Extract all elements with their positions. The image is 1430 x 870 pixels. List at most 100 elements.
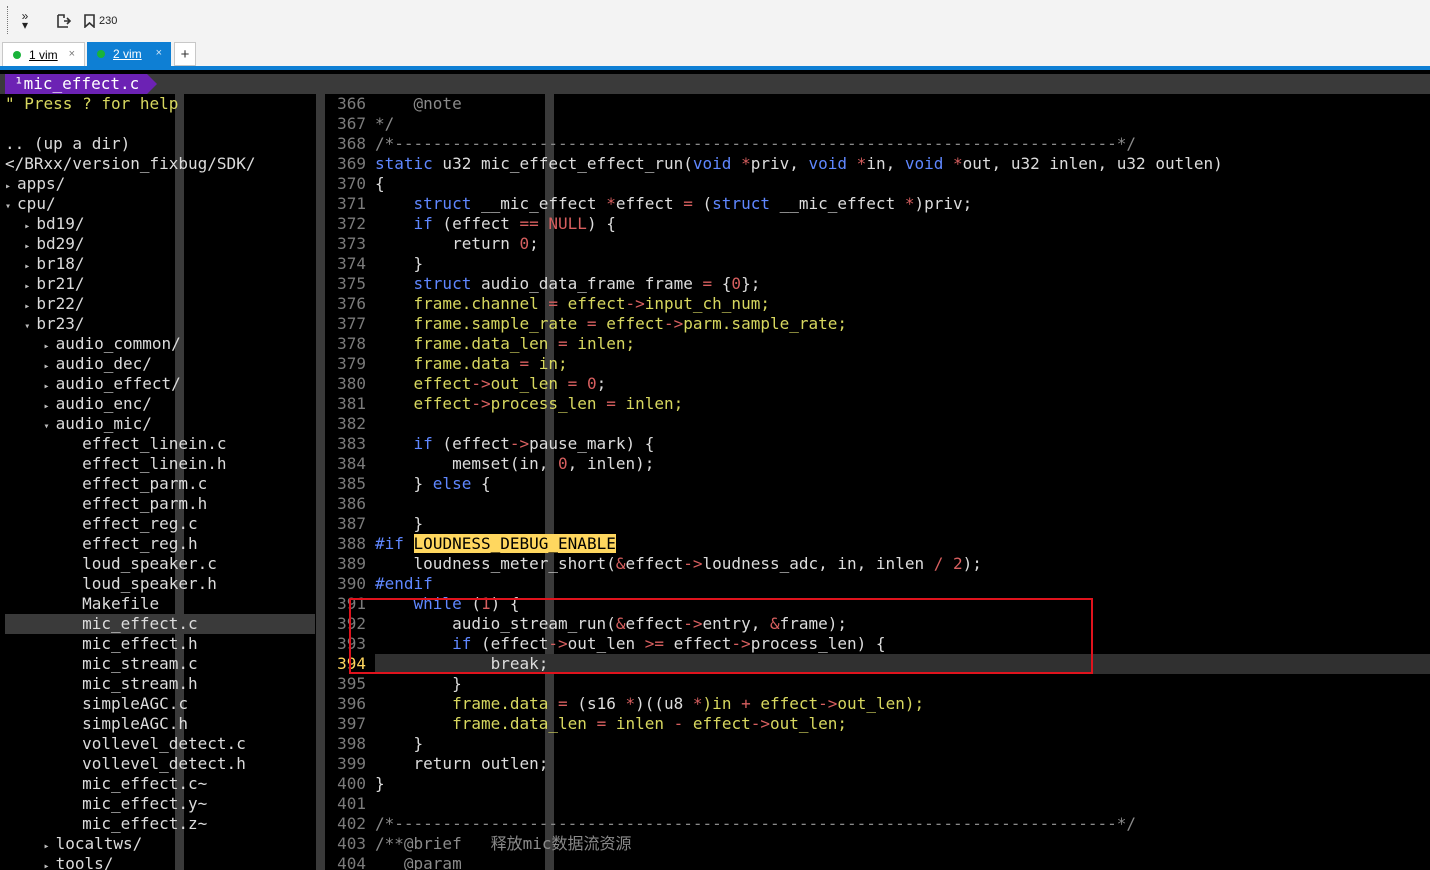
code-text[interactable]: } bbox=[375, 734, 1430, 754]
expand-arrow-icon[interactable]: ▸ bbox=[44, 361, 56, 372]
tree-file-item[interactable]: mic_stream.h bbox=[5, 674, 315, 694]
code-text[interactable]: struct __mic_effect *effect = (struct __… bbox=[375, 194, 1430, 214]
code-text[interactable]: frame.sample_rate = effect->parm.sample_… bbox=[375, 314, 1430, 334]
tab-1-vim[interactable]: 1 vim × bbox=[2, 42, 85, 66]
double-chevron-icon[interactable]: » ▾ bbox=[16, 8, 34, 34]
close-icon[interactable]: × bbox=[69, 48, 75, 60]
expand-arrow-icon[interactable]: ▸ bbox=[44, 401, 56, 412]
bookmark-icon[interactable] bbox=[82, 12, 96, 30]
tree-file-item[interactable]: loud_speaker.c bbox=[5, 554, 315, 574]
tree-dir-item[interactable]: ▸ apps/ bbox=[5, 174, 315, 194]
tree-dir-item[interactable]: ▸ audio_enc/ bbox=[5, 394, 315, 414]
code-text[interactable]: #endif bbox=[375, 574, 1430, 594]
code-text[interactable]: effect->process_len = inlen; bbox=[375, 394, 1430, 414]
collapse-arrow-icon[interactable]: ▾ bbox=[24, 321, 36, 332]
tree-dir-item[interactable]: ▸ audio_effect/ bbox=[5, 374, 315, 394]
expand-arrow-icon[interactable]: ▸ bbox=[24, 301, 36, 312]
code-text[interactable]: */ bbox=[375, 114, 1430, 134]
tree-dir-item[interactable]: ▸ localtws/ bbox=[5, 834, 315, 854]
code-text[interactable]: { bbox=[375, 174, 1430, 194]
tree-file-item[interactable]: effect_reg.c bbox=[5, 514, 315, 534]
code-text[interactable]: frame.data_len = inlen; bbox=[375, 334, 1430, 354]
code-text[interactable]: } bbox=[375, 514, 1430, 534]
tree-dir-item[interactable]: ▸ bd19/ bbox=[5, 214, 315, 234]
code-text[interactable]: frame.data = (s16 *)((u8 *)in + effect->… bbox=[375, 694, 1430, 714]
expand-arrow-icon[interactable]: ▸ bbox=[24, 221, 36, 232]
tree-dir-item[interactable]: ▸ br21/ bbox=[5, 274, 315, 294]
close-icon[interactable]: × bbox=[156, 47, 162, 59]
code-text[interactable]: return 0; bbox=[375, 234, 1430, 254]
code-text[interactable]: /**@brief 释放mic数据流资源 bbox=[375, 834, 1430, 854]
code-text[interactable]: audio_stream_run(&effect->entry, &frame)… bbox=[375, 614, 1430, 634]
expand-arrow-icon[interactable]: ▸ bbox=[24, 241, 36, 252]
tree-file-item[interactable]: .. (up a dir) bbox=[5, 134, 315, 154]
tree-file-item[interactable]: effect_linein.c bbox=[5, 434, 315, 454]
new-tab-button[interactable]: + bbox=[174, 42, 196, 66]
code-text[interactable]: return outlen; bbox=[375, 754, 1430, 774]
tree-dir-item[interactable]: ▸ audio_common/ bbox=[5, 334, 315, 354]
code-text[interactable]: } bbox=[375, 674, 1430, 694]
code-text[interactable]: static u32 mic_effect_effect_run(void *p… bbox=[375, 154, 1430, 174]
code-text[interactable]: if (effect->pause_mark) { bbox=[375, 434, 1430, 454]
code-text[interactable]: if (effect == NULL) { bbox=[375, 214, 1430, 234]
tree-dir-item[interactable]: ▸ tools/ bbox=[5, 854, 315, 870]
tree-file-item[interactable]: mic_effect.c~ bbox=[5, 774, 315, 794]
code-text[interactable]: /*--------------------------------------… bbox=[375, 134, 1430, 154]
expand-arrow-icon[interactable]: ▸ bbox=[44, 381, 56, 392]
code-text[interactable]: /*--------------------------------------… bbox=[375, 814, 1430, 834]
tree-file-item[interactable]: Makefile bbox=[5, 594, 315, 614]
tree-file-item[interactable]: vollevel_detect.c bbox=[5, 734, 315, 754]
buffer-name[interactable]: ¹mic_effect.c bbox=[5, 74, 148, 94]
code-text[interactable]: #if LOUDNESS_DEBUG_ENABLE bbox=[375, 534, 1430, 554]
tree-file-item[interactable]: mic_effect.h bbox=[5, 634, 315, 654]
tree-file-item[interactable]: simpleAGC.h bbox=[5, 714, 315, 734]
tree-file-item[interactable]: effect_linein.h bbox=[5, 454, 315, 474]
tab-2-vim[interactable]: 2 vim × bbox=[87, 42, 171, 66]
code-text[interactable]: while (1) { bbox=[375, 594, 1430, 614]
code-text[interactable]: effect->out_len = 0; bbox=[375, 374, 1430, 394]
tree-file-item[interactable]: loud_speaker.h bbox=[5, 574, 315, 594]
expand-arrow-icon[interactable]: ▸ bbox=[24, 261, 36, 272]
code-text[interactable] bbox=[375, 794, 1430, 814]
tree-file-item[interactable]: mic_effect.z~ bbox=[5, 814, 315, 834]
code-editor[interactable]: 366 @note 367 */368/*---------------------… bbox=[325, 94, 1430, 870]
code-text[interactable]: if (effect->out_len >= effect->process_l… bbox=[375, 634, 1430, 654]
terminal[interactable]: ¹mic_effect.c " Press ? for help .. (up a… bbox=[0, 70, 1430, 870]
tree-dir-item[interactable]: ▸ br18/ bbox=[5, 254, 315, 274]
tree-dir-item[interactable]: ▸ audio_dec/ bbox=[5, 354, 315, 374]
expand-arrow-icon[interactable]: ▸ bbox=[44, 341, 56, 352]
tree-file-item[interactable]: vollevel_detect.h bbox=[5, 754, 315, 774]
code-text[interactable]: frame.channel = effect->input_ch_num; bbox=[375, 294, 1430, 314]
tree-dir-item[interactable]: ▾ cpu/ bbox=[5, 194, 315, 214]
code-text[interactable]: frame.data = in; bbox=[375, 354, 1430, 374]
code-text[interactable]: struct audio_data_frame frame = {0}; bbox=[375, 274, 1430, 294]
expand-arrow-icon[interactable]: ▸ bbox=[24, 281, 36, 292]
tree-dir-item[interactable]: ▸ bd29/ bbox=[5, 234, 315, 254]
code-text[interactable]: } bbox=[375, 254, 1430, 274]
tree-file-item[interactable]: mic_effect.c bbox=[5, 614, 315, 634]
tree-file-item[interactable]: effect_parm.c bbox=[5, 474, 315, 494]
code-text[interactable]: @param bbox=[375, 854, 1430, 870]
tree-dir-item[interactable]: </BRxx/version_fixbug/SDK/ bbox=[5, 154, 315, 174]
reconnect-icon[interactable] bbox=[56, 12, 72, 30]
code-text[interactable]: frame.data_len = inlen - effect->out_len… bbox=[375, 714, 1430, 734]
tree-file-item[interactable]: mic_stream.c bbox=[5, 654, 315, 674]
tree-file-item[interactable]: effect_parm.h bbox=[5, 494, 315, 514]
tree-dir-item[interactable]: ▾ audio_mic/ bbox=[5, 414, 315, 434]
code-text[interactable] bbox=[375, 414, 1430, 434]
code-text[interactable]: } bbox=[375, 774, 1430, 794]
code-text[interactable]: loudness_meter_short(&effect->loudness_a… bbox=[375, 554, 1430, 574]
nerdtree-pane[interactable]: " Press ? for help .. (up a dir) </BRxx/ve… bbox=[0, 94, 316, 870]
tree-file-item[interactable]: mic_effect.y~ bbox=[5, 794, 315, 814]
code-text[interactable]: break; bbox=[375, 654, 1430, 674]
tree-file-item[interactable]: simpleAGC.c bbox=[5, 694, 315, 714]
collapse-arrow-icon[interactable]: ▾ bbox=[44, 421, 56, 432]
vertical-split[interactable] bbox=[316, 94, 325, 870]
expand-arrow-icon[interactable]: ▸ bbox=[44, 861, 56, 870]
tree-dir-item[interactable]: ▸ br22/ bbox=[5, 294, 315, 314]
code-text[interactable]: @note bbox=[375, 94, 1430, 114]
expand-arrow-icon[interactable]: ▸ bbox=[44, 841, 56, 852]
expand-arrow-icon[interactable]: ▸ bbox=[5, 181, 17, 192]
collapse-arrow-icon[interactable]: ▾ bbox=[5, 201, 17, 212]
tree-dir-item[interactable]: ▾ br23/ bbox=[5, 314, 315, 334]
